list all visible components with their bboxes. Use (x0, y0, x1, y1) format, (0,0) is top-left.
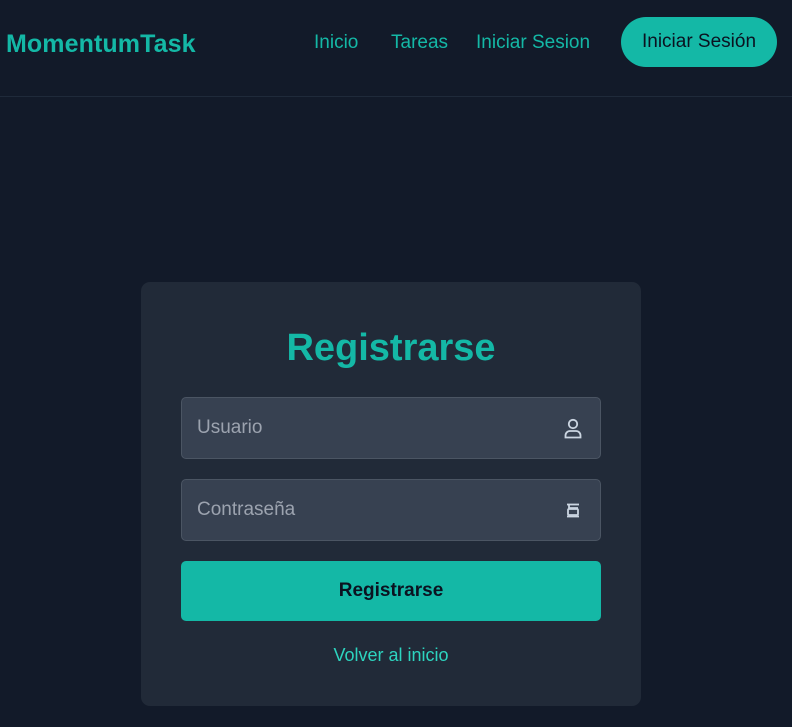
username-field[interactable] (181, 397, 601, 459)
navbar: MomentumTask Inicio Tareas Iniciar Sesio… (0, 0, 792, 97)
brand-logo[interactable]: MomentumTask (6, 29, 196, 59)
nav-link-tareas[interactable]: Tareas (391, 31, 448, 55)
password-input[interactable] (182, 480, 600, 540)
page-title: Registrarse (286, 327, 496, 369)
login-button[interactable]: Iniciar Sesión (621, 17, 777, 67)
nav-link-iniciar-sesion[interactable]: Iniciar Sesion (476, 31, 590, 55)
lock-icon (562, 499, 584, 521)
username-input[interactable] (182, 398, 600, 458)
register-button[interactable]: Registrarse (181, 561, 601, 621)
nav-link-inicio[interactable]: Inicio (314, 31, 358, 55)
back-to-home-link[interactable]: Volver al inicio (141, 644, 641, 666)
register-card: Registrarse Registrarse Volver al inicio (141, 282, 641, 706)
password-field[interactable] (181, 479, 601, 541)
user-icon (562, 417, 584, 439)
